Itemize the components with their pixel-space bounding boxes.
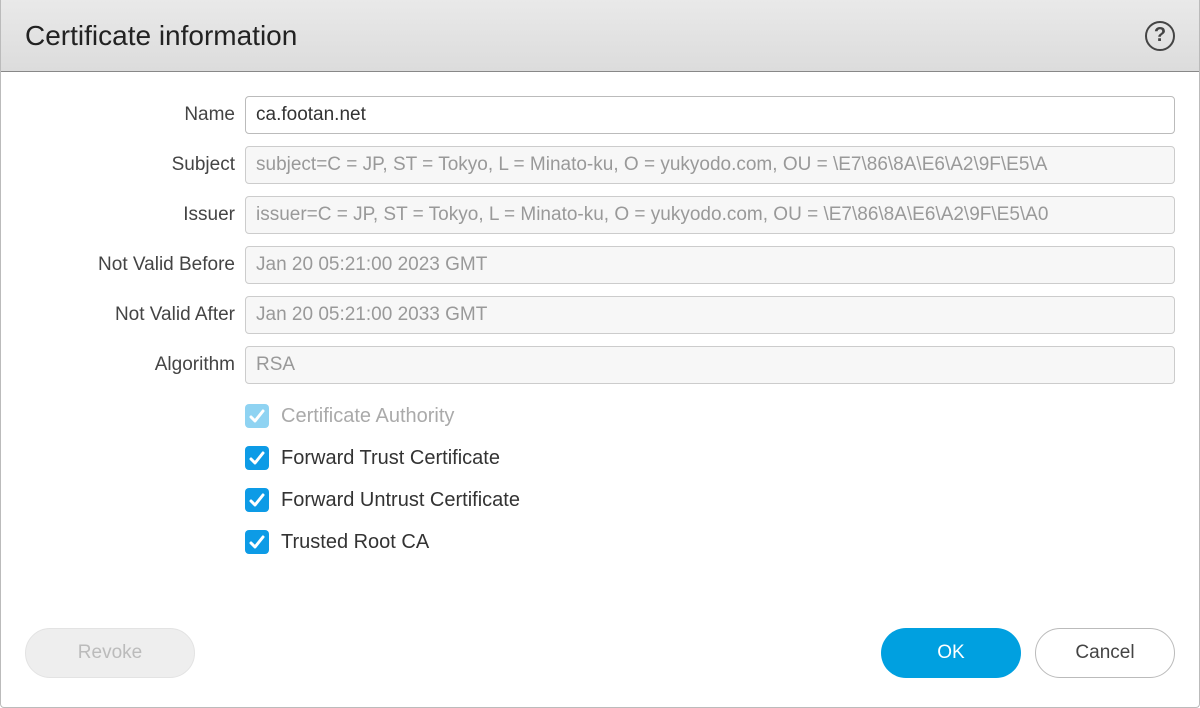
cancel-button[interactable]: Cancel xyxy=(1035,628,1175,678)
label-not-valid-before: Not Valid Before xyxy=(25,254,235,276)
checkbox-certificate-authority xyxy=(245,404,269,428)
label-algorithm: Algorithm xyxy=(25,354,235,376)
issuer-field xyxy=(245,196,1175,234)
check-icon xyxy=(249,450,265,466)
ok-button[interactable]: OK xyxy=(881,628,1021,678)
label-issuer: Issuer xyxy=(25,204,235,226)
help-icon[interactable]: ? xyxy=(1145,21,1175,51)
checkbox-row-forward-trust: Forward Trust Certificate xyxy=(245,446,1175,470)
not-valid-before-field xyxy=(245,246,1175,284)
revoke-button: Revoke xyxy=(25,628,195,678)
dialog-footer: Revoke OK Cancel xyxy=(1,615,1199,707)
checkbox-row-ca: Certificate Authority xyxy=(245,404,1175,428)
label-subject: Subject xyxy=(25,154,235,176)
algorithm-field xyxy=(245,346,1175,384)
checkbox-forward-untrust[interactable] xyxy=(245,488,269,512)
subject-field xyxy=(245,146,1175,184)
checkbox-row-forward-untrust: Forward Untrust Certificate xyxy=(245,488,1175,512)
checkbox-block: Certificate Authority Forward Trust Cert… xyxy=(245,396,1175,554)
checkbox-label-ca: Certificate Authority xyxy=(281,405,454,428)
check-icon xyxy=(249,492,265,508)
checkbox-trusted-root[interactable] xyxy=(245,530,269,554)
form-grid: Name Subject Issuer Not Valid Before Not… xyxy=(25,96,1175,554)
checkbox-row-trusted-root: Trusted Root CA xyxy=(245,530,1175,554)
check-icon xyxy=(249,534,265,550)
label-name: Name xyxy=(25,104,235,126)
checkbox-label-forward-untrust: Forward Untrust Certificate xyxy=(281,489,520,512)
checkbox-label-forward-trust: Forward Trust Certificate xyxy=(281,447,500,470)
titlebar: Certificate information ? xyxy=(1,0,1199,72)
check-icon xyxy=(249,408,265,424)
checkbox-label-trusted-root: Trusted Root CA xyxy=(281,531,429,554)
help-glyph: ? xyxy=(1154,24,1166,47)
label-not-valid-after: Not Valid After xyxy=(25,304,235,326)
checkbox-forward-trust[interactable] xyxy=(245,446,269,470)
name-field[interactable] xyxy=(245,96,1175,134)
dialog-title: Certificate information xyxy=(25,20,297,52)
not-valid-after-field xyxy=(245,296,1175,334)
dialog-body: Name Subject Issuer Not Valid Before Not… xyxy=(1,72,1199,615)
certificate-info-dialog: Certificate information ? Name Subject I… xyxy=(0,0,1200,708)
